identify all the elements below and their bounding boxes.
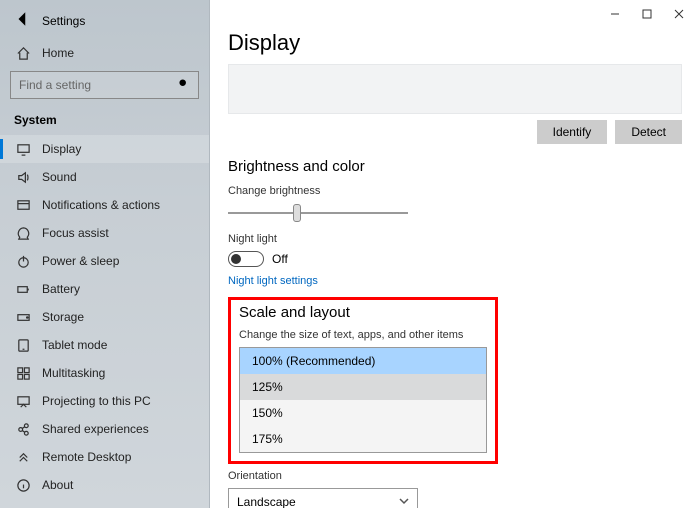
section-system: System <box>0 109 209 135</box>
sidebar-item-battery[interactable]: Battery <box>0 275 209 303</box>
sound-icon <box>14 168 32 186</box>
window-controls <box>600 4 694 24</box>
maximize-button[interactable] <box>632 4 662 24</box>
tablet-icon <box>14 336 32 354</box>
sidebar-item-label: Battery <box>42 282 80 296</box>
power-icon <box>14 252 32 270</box>
sidebar-item-label: Remote Desktop <box>42 450 131 464</box>
projecting-icon <box>14 392 32 410</box>
sidebar-item-label: Sound <box>42 170 77 184</box>
battery-icon <box>14 280 32 298</box>
sidebar-item-label: Tablet mode <box>42 338 107 352</box>
sidebar-item-focus[interactable]: Focus assist <box>0 219 209 247</box>
minimize-button[interactable] <box>600 4 630 24</box>
display-icon <box>14 140 32 158</box>
orientation-label: Orientation <box>228 470 682 482</box>
main-pane: Display Identify Detect Brightness and c… <box>210 0 700 508</box>
search-input[interactable] <box>10 71 199 99</box>
sidebar-item-about[interactable]: About <box>0 471 209 499</box>
sidebar-item-label: Display <box>42 142 81 156</box>
sidebar-item-label: About <box>42 478 73 492</box>
sidebar-item-label: Storage <box>42 310 84 324</box>
scale-dropdown[interactable]: 100% (Recommended) 125% 150% 175% <box>239 347 487 453</box>
notifications-icon <box>14 196 32 214</box>
sidebar-item-label: Power & sleep <box>42 254 119 268</box>
home-label: Home <box>42 46 74 60</box>
sidebar-item-storage[interactable]: Storage <box>0 303 209 331</box>
sidebar-item-remote[interactable]: Remote Desktop <box>0 443 209 471</box>
scale-option[interactable]: 100% (Recommended) <box>240 348 486 374</box>
sidebar-item-notifications[interactable]: Notifications & actions <box>0 191 209 219</box>
sidebar-item-projecting[interactable]: Projecting to this PC <box>0 387 209 415</box>
section-scale: Scale and layout <box>239 304 487 321</box>
slider-thumb[interactable] <box>293 204 301 222</box>
nightlight-toggle[interactable] <box>228 251 264 267</box>
identify-button[interactable]: Identify <box>537 120 608 144</box>
sidebar-item-multitasking[interactable]: Multitasking <box>0 359 209 387</box>
remote-icon <box>14 448 32 466</box>
shared-icon <box>14 420 32 438</box>
section-brightness: Brightness and color <box>228 158 682 175</box>
home-icon <box>14 44 32 62</box>
scale-option[interactable]: 175% <box>240 426 486 452</box>
nightlight-state: Off <box>272 252 288 266</box>
sidebar-item-shared[interactable]: Shared experiences <box>0 415 209 443</box>
display-arrangement[interactable] <box>228 64 682 114</box>
scale-option[interactable]: 150% <box>240 400 486 426</box>
sidebar-item-label: Focus assist <box>42 226 109 240</box>
sidebar-item-power[interactable]: Power & sleep <box>0 247 209 275</box>
brightness-slider[interactable] <box>228 203 682 223</box>
nightlight-label: Night light <box>228 233 682 245</box>
detect-button[interactable]: Detect <box>615 120 682 144</box>
focus-icon <box>14 224 32 242</box>
about-icon <box>14 476 32 494</box>
sidebar-item-label: Shared experiences <box>42 422 149 436</box>
close-button[interactable] <box>664 4 694 24</box>
orientation-value: Landscape <box>237 495 296 508</box>
storage-icon <box>14 308 32 326</box>
brightness-label: Change brightness <box>228 185 682 197</box>
sidebar-item-label: Projecting to this PC <box>42 394 151 408</box>
header-row: Settings <box>0 6 209 39</box>
sidebar-item-display[interactable]: Display <box>0 135 209 163</box>
search-icon <box>177 77 190 93</box>
back-icon[interactable] <box>14 10 32 31</box>
sidebar-item-label: Notifications & actions <box>42 198 160 212</box>
home-link[interactable]: Home <box>0 39 209 67</box>
nightlight-settings-link[interactable]: Night light settings <box>228 275 682 287</box>
sidebar: Settings Home System Display Sound Notif… <box>0 0 210 508</box>
scale-label: Change the size of text, apps, and other… <box>239 329 487 341</box>
search-field[interactable] <box>19 78 177 92</box>
chevron-down-icon <box>399 495 409 508</box>
scale-highlight-box: Scale and layout Change the size of text… <box>228 297 498 464</box>
multitasking-icon <box>14 364 32 382</box>
page-title: Display <box>228 30 682 56</box>
sidebar-item-label: Multitasking <box>42 366 105 380</box>
orientation-select[interactable]: Landscape <box>228 488 418 508</box>
sidebar-item-tablet[interactable]: Tablet mode <box>0 331 209 359</box>
sidebar-item-sound[interactable]: Sound <box>0 163 209 191</box>
scale-option[interactable]: 125% <box>240 374 486 400</box>
window-title: Settings <box>42 14 85 28</box>
